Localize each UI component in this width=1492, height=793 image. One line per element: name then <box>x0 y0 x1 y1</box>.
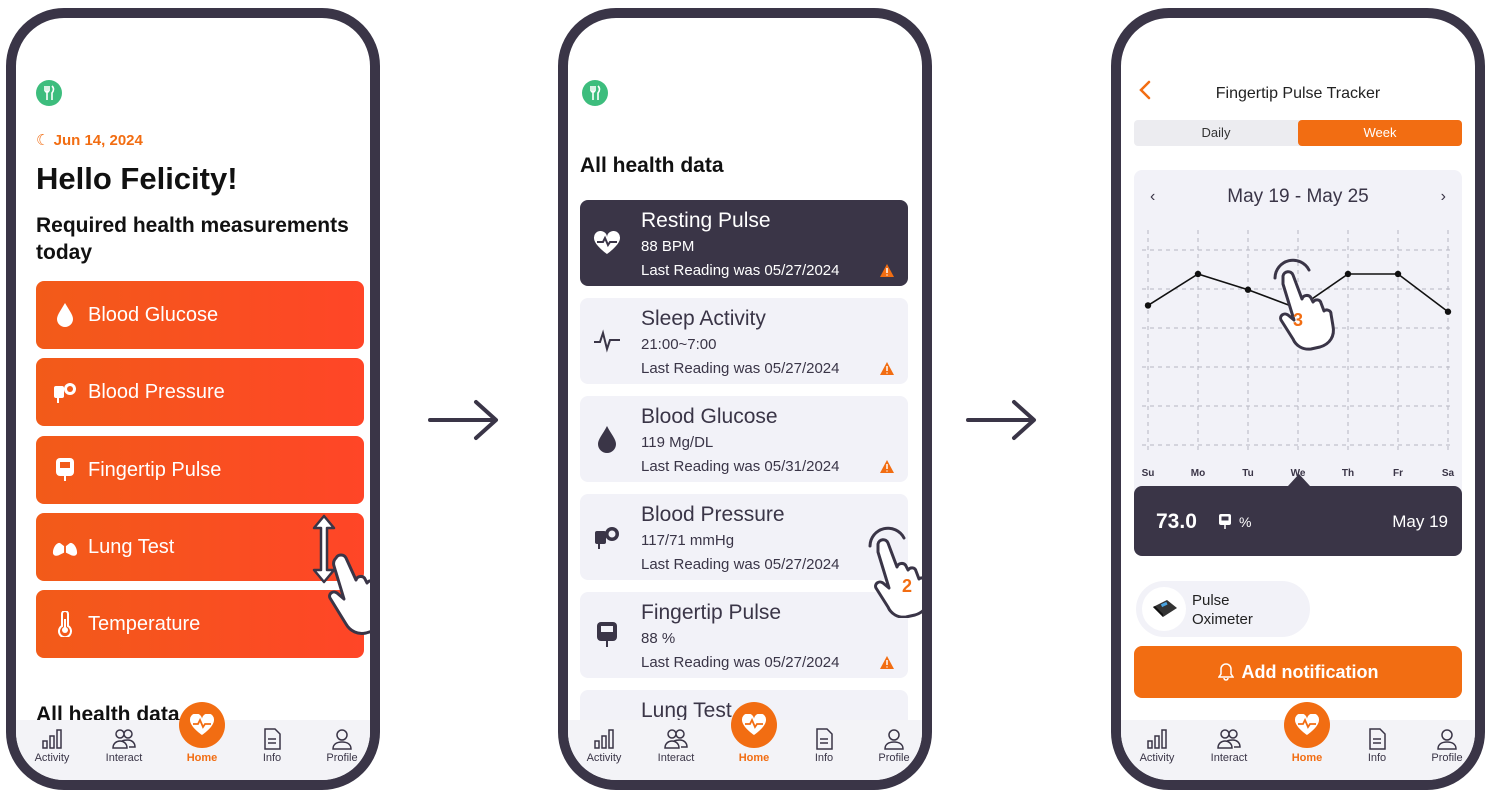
period-segmented-control: Daily Week <box>1134 120 1462 146</box>
moon-icon: ☾ <box>36 132 54 149</box>
warning-icon <box>880 362 894 375</box>
activity-icon <box>42 729 62 749</box>
bell-icon <box>1217 663 1234 681</box>
phone-screen-home: ☾ Jun 14, 2024 Hello Felicity! Required … <box>6 8 380 790</box>
flow-arrow-icon <box>428 400 498 440</box>
data-point <box>1394 270 1402 278</box>
document-icon <box>816 728 833 750</box>
x-tick-label: Fr <box>1393 468 1403 479</box>
tab-daily[interactable]: Daily <box>1134 120 1298 146</box>
app-logo <box>582 80 608 106</box>
activity-icon <box>1147 729 1167 749</box>
step-number-1: 1 <box>378 582 380 603</box>
profile-icon <box>1437 729 1457 750</box>
drop-icon <box>592 424 622 454</box>
measure-blood-glucose-button[interactable]: Blood Glucose <box>36 281 364 349</box>
heart-pulse-icon <box>741 714 767 735</box>
tab-activity[interactable]: Activity <box>1127 728 1187 764</box>
card-blood-pressure[interactable]: Blood Pressure 117/71 mmHg Last Reading … <box>580 494 908 580</box>
data-point <box>1444 308 1452 315</box>
x-tick-label: Th <box>1342 468 1354 479</box>
profile-icon <box>332 729 352 750</box>
tab-home-label: Home <box>186 752 218 764</box>
heart-pulse-icon <box>592 228 622 258</box>
drop-icon <box>52 302 78 328</box>
blood-pressure-icon <box>52 379 78 405</box>
tab-home-button[interactable] <box>731 702 777 748</box>
pulse-oximeter-icon <box>1219 514 1231 529</box>
phone-screen-fingertip-tracker: Fingertip Pulse Tracker Daily Week ‹ May… <box>1111 8 1485 790</box>
pulse-oximeter-icon <box>52 457 78 483</box>
x-tick-label: Mo <box>1191 468 1205 479</box>
step-number-3: 3 <box>1293 310 1304 330</box>
page-title: Fingertip Pulse Tracker <box>1215 85 1381 102</box>
card-blood-glucose[interactable]: Blood Glucose 119 Mg/DL Last Reading was… <box>580 396 908 482</box>
warning-icon <box>880 460 894 473</box>
current-date: ☾ Jun 14, 2024 <box>36 132 143 149</box>
blood-pressure-icon <box>592 522 622 552</box>
people-icon <box>1217 729 1241 749</box>
flow-arrow-icon <box>966 400 1036 440</box>
lungs-icon <box>52 534 78 560</box>
pointer-caret-icon <box>1288 474 1310 486</box>
scroll-gesture-hand-icon <box>312 514 370 635</box>
document-icon <box>1369 728 1386 750</box>
tab-info[interactable]: Info <box>242 728 302 764</box>
tab-activity[interactable]: Activity <box>22 728 82 764</box>
profile-icon <box>884 729 904 750</box>
selected-reading: 73.0 % May 19 <box>1134 474 1462 556</box>
phone-screen-health-data: All health data Resting Pulse 88 BPM Las… <box>558 8 932 790</box>
x-tick-label: Su <box>1142 468 1155 479</box>
tab-interact[interactable]: Interact <box>1199 728 1259 764</box>
x-tick-label: Tu <box>1242 468 1253 479</box>
x-tick-label: Sa <box>1442 468 1455 479</box>
data-point <box>1244 286 1252 293</box>
tap-gesture-hand-icon <box>868 526 922 618</box>
document-icon <box>264 728 281 750</box>
bottom-tab-bar: Activity Interact Home Info Profile <box>568 702 922 780</box>
tab-activity[interactable]: Activity <box>574 728 634 764</box>
pulse-oximeter-icon <box>592 620 622 650</box>
measure-blood-pressure-button[interactable]: Blood Pressure <box>36 358 364 426</box>
greeting: Hello Felicity! <box>36 161 238 196</box>
card-fingertip-pulse[interactable]: Fingertip Pulse 88 % Last Reading was 05… <box>580 592 908 678</box>
device-pulse-oximeter[interactable]: Pulse Oximeter <box>1136 581 1310 637</box>
add-notification-button[interactable]: Add notification <box>1134 646 1462 698</box>
tab-home-label: Home <box>1291 752 1323 764</box>
tab-profile[interactable]: Profile <box>1417 728 1475 764</box>
data-point <box>1344 270 1352 278</box>
people-icon <box>112 729 136 749</box>
tab-week[interactable]: Week <box>1298 120 1462 146</box>
pulse-line-icon <box>592 326 622 356</box>
tab-home-button[interactable] <box>1284 702 1330 748</box>
tab-profile[interactable]: Profile <box>864 728 922 764</box>
data-point <box>1144 302 1152 309</box>
bottom-tab-bar: Activity Interact Home Info Profile <box>1121 702 1475 780</box>
warning-icon <box>880 264 894 277</box>
tab-interact[interactable]: Interact <box>94 728 154 764</box>
required-measurements-title: Required health measurements today <box>36 214 349 264</box>
heart-pulse-icon <box>189 714 215 735</box>
warning-icon <box>880 656 894 669</box>
tab-info[interactable]: Info <box>1347 728 1407 764</box>
tab-home-button[interactable] <box>179 702 225 748</box>
heart-pulse-icon <box>1294 714 1320 735</box>
thermometer-icon <box>52 611 78 637</box>
card-resting-pulse[interactable]: Resting Pulse 88 BPM Last Reading was 05… <box>580 200 908 286</box>
bottom-tab-bar: Activity Interact Home Info Profile <box>16 702 370 780</box>
tab-home-label: Home <box>738 752 770 764</box>
activity-icon <box>594 729 614 749</box>
card-sleep-activity[interactable]: Sleep Activity 21:00~7:00 Last Reading w… <box>580 298 908 384</box>
measure-fingertip-pulse-button[interactable]: Fingertip Pulse <box>36 436 364 504</box>
tap-gesture-hand-icon <box>1273 258 1335 351</box>
all-health-data-heading: All health data <box>580 154 724 177</box>
tab-interact[interactable]: Interact <box>646 728 706 764</box>
data-point <box>1194 270 1202 278</box>
step-number-2: 2 <box>902 576 913 596</box>
tab-info[interactable]: Info <box>794 728 854 764</box>
tab-profile[interactable]: Profile <box>312 728 370 764</box>
app-logo <box>36 80 62 106</box>
oximeter-device-icon <box>1142 587 1186 631</box>
people-icon <box>664 729 688 749</box>
